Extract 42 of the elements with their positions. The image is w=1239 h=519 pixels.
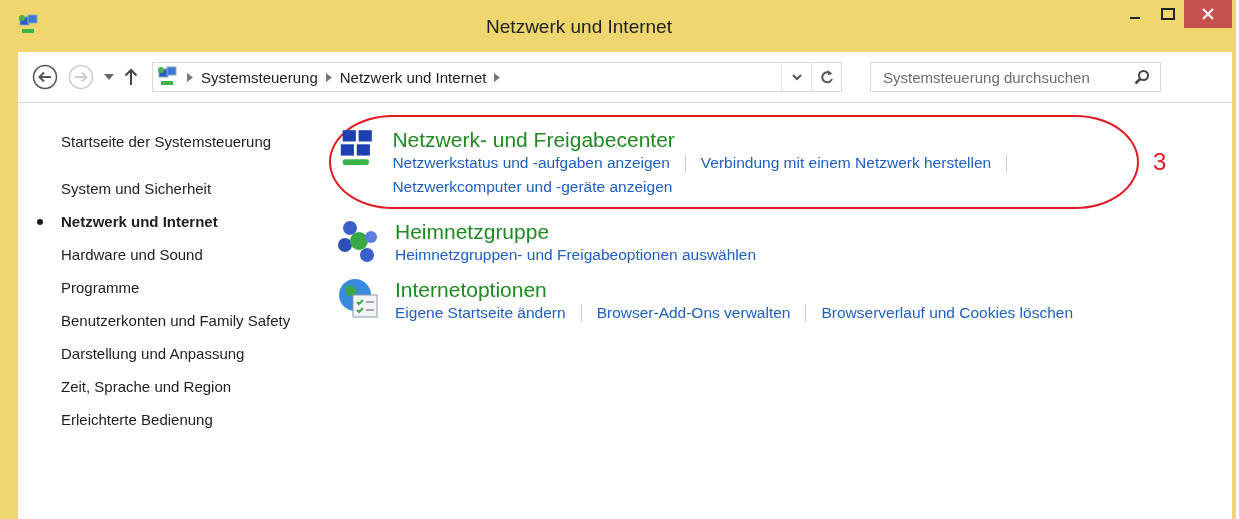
breadcrumb-arrow-icon — [325, 72, 332, 82]
maximize-icon — [1160, 8, 1175, 20]
sidebar-item[interactable]: System und Sicherheit — [61, 178, 212, 200]
sidebar-item[interactable]: Programme — [61, 277, 140, 299]
sidebar-item[interactable]: Hardware und Sound — [61, 244, 203, 266]
breadcrumb-arrow-icon — [187, 72, 193, 82]
sidebar-item[interactable]: Erleichterte Bedienung — [61, 409, 213, 431]
task-link[interactable]: Netzwerkstatus und -aufgaben anzeigen — [392, 153, 670, 173]
annotation-label: 3 — [1153, 148, 1167, 176]
sidebar-item[interactable]: Darstellung und Anpassung — [61, 343, 245, 365]
task-link[interactable]: Heimnetzgruppen- und Freigabeoptionen auswählen — [395, 245, 757, 265]
close-button[interactable] — [1184, 0, 1232, 28]
window-title: Netzwerk und Internet — [486, 16, 672, 38]
network-computers-icon — [18, 14, 40, 36]
home-link[interactable]: Startseite der Systemsteuerung — [61, 131, 329, 153]
task-link[interactable]: Browserverlauf und Cookies löschen — [821, 303, 1074, 323]
chevron-down-icon — [791, 73, 802, 81]
task-link[interactable]: Verbindung mit einem Netzwerk herstellen — [700, 153, 992, 173]
recent-pages-button[interactable] — [104, 74, 114, 80]
address-bar[interactable]: Systemsteuerung Netzwerk und Internet — [152, 62, 842, 92]
section-title[interactable]: Heimnetzgruppe — [395, 219, 757, 245]
refresh-icon — [819, 69, 834, 85]
breadcrumb[interactable]: Netzwerk und Internet — [339, 68, 487, 86]
network-computers-icon — [157, 66, 179, 88]
minimize-icon — [1129, 17, 1140, 19]
back-button[interactable] — [32, 64, 58, 90]
breadcrumb[interactable]: Systemsteuerung — [201, 68, 318, 86]
task-link[interactable]: Netzwerkcomputer und -geräte anzeigen — [392, 177, 673, 197]
section-title[interactable]: Netzwerk- und Freigabecenter — [392, 127, 1107, 153]
up-button[interactable] — [124, 68, 138, 86]
breadcrumb-arrow-icon — [494, 72, 501, 82]
sidebar-item[interactable]: Zeit, Sprache und Region — [61, 376, 232, 398]
task-link[interactable]: Eigene Startseite ändern — [395, 303, 566, 323]
bullet-icon — [37, 219, 43, 225]
sidebar-item[interactable]: Netzwerk und Internet — [61, 211, 218, 233]
search-field[interactable]: Systemsteuerung durchsuchen — [870, 62, 1161, 92]
close-icon — [1202, 8, 1214, 20]
globe-checklist-icon — [337, 277, 381, 321]
search-icon — [1134, 69, 1150, 85]
section-title[interactable]: Internetoptionen — [395, 277, 1074, 303]
task-link[interactable]: Browser-Add-Ons verwalten — [596, 303, 791, 323]
sidebar-item[interactable]: Benutzerkonten und Family Safety — [61, 310, 291, 332]
